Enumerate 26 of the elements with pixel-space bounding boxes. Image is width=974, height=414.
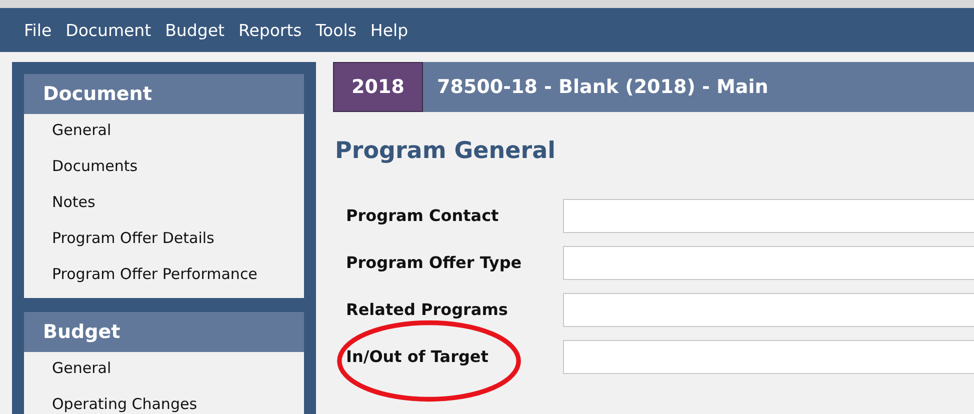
document-title: 78500-18 - Blank (2018) - Main [436, 75, 768, 100]
field-label: Related Programs [346, 300, 508, 319]
menu-item[interactable]: Document [64, 20, 162, 40]
menu-item[interactable]: Help [368, 20, 418, 40]
input-field[interactable] [563, 340, 974, 374]
field-label: Program Offer Type [346, 253, 522, 272]
field-label: In/Out of Target [346, 347, 488, 366]
field-label: Program Contact [346, 206, 499, 225]
section-header[interactable]: Budget [24, 312, 304, 352]
section-header[interactable]: Document [24, 74, 304, 114]
page-title: Program General [335, 138, 556, 166]
menu-item[interactable]: Tools [314, 20, 366, 40]
sidebar-item[interactable]: Operating Changes [24, 390, 304, 414]
input-field[interactable] [563, 246, 974, 280]
sidebar-item[interactable]: Documents [24, 152, 304, 188]
input-field[interactable] [563, 198, 974, 232]
menu-item[interactable]: Reports [236, 20, 312, 40]
sidebar-item[interactable]: General [24, 354, 304, 390]
sidebar-item[interactable]: Program Offer Performance [24, 260, 304, 296]
year-badge: 2018 [333, 62, 423, 112]
menu-item[interactable]: Budget [163, 20, 234, 40]
input-field[interactable] [563, 292, 974, 326]
sidebar-item[interactable]: General [24, 116, 304, 152]
sidebar-item[interactable]: Notes [24, 188, 304, 224]
sidebar-item[interactable]: Program Offer Details [24, 224, 304, 260]
menu-item[interactable]: File [22, 20, 62, 40]
